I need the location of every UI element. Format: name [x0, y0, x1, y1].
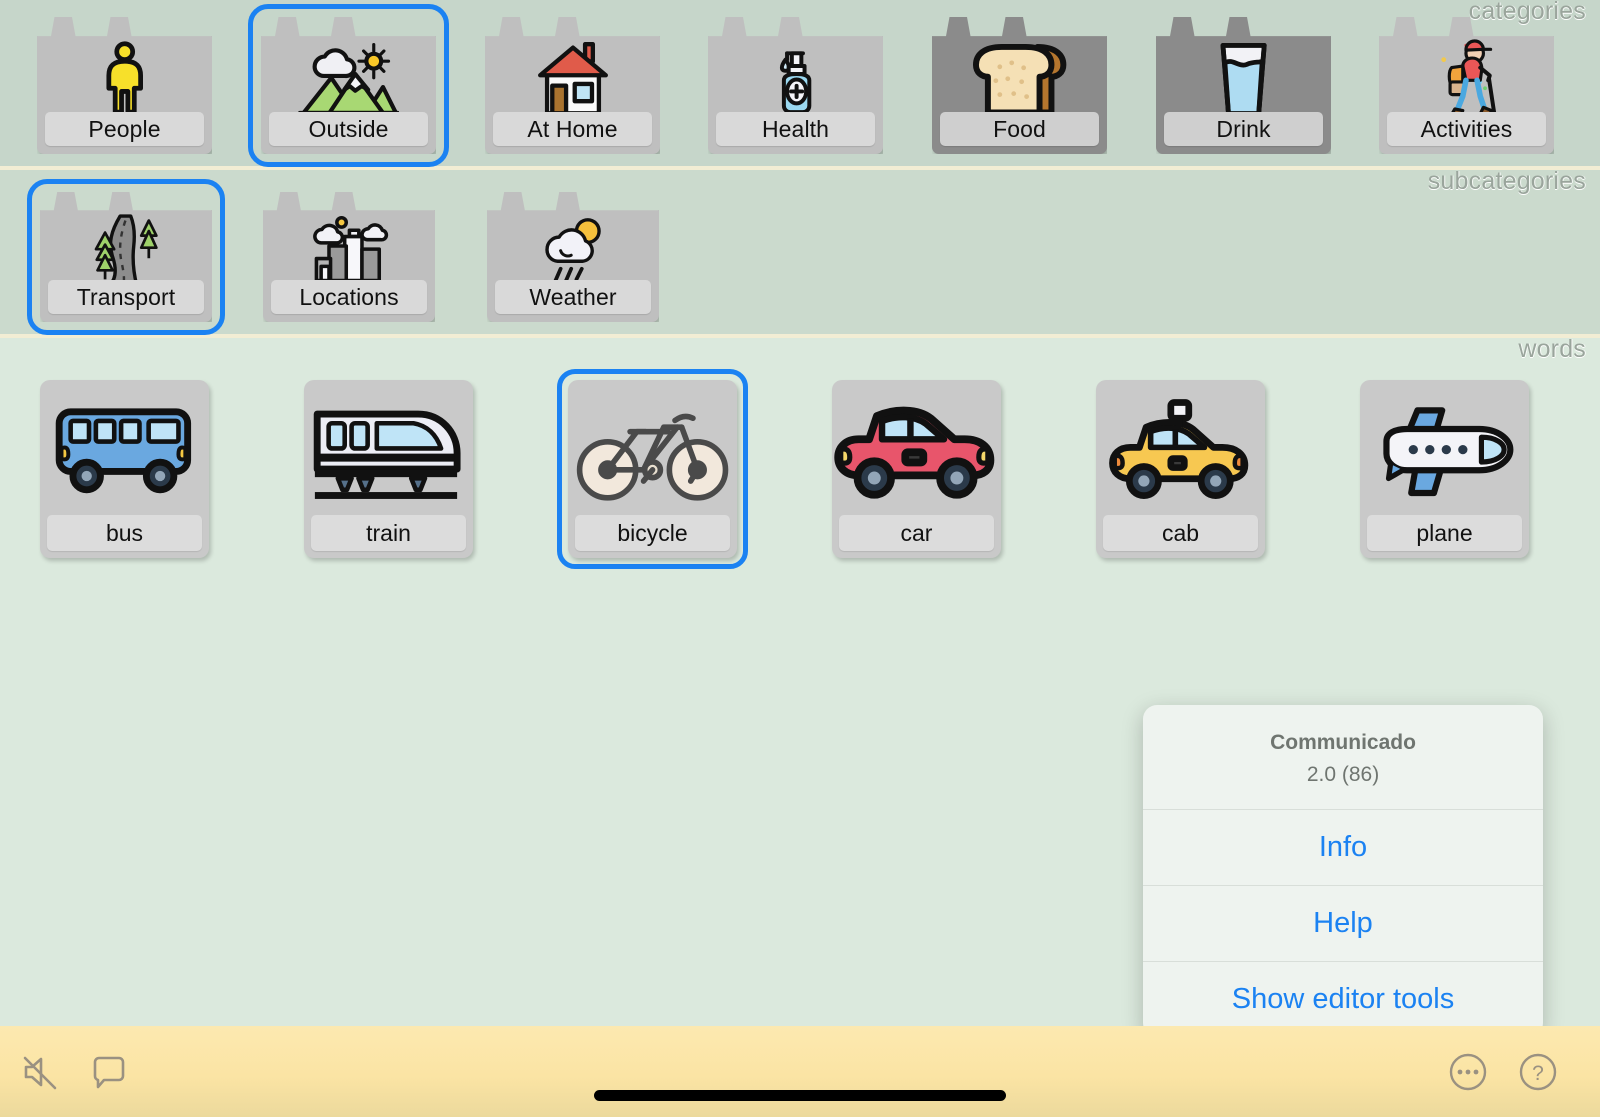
subcategory-tile-weather[interactable]: Weather: [487, 192, 659, 322]
popup-item-info[interactable]: Info: [1143, 809, 1543, 885]
category-label: At Home: [493, 112, 652, 146]
speech-bubble-icon[interactable]: [86, 1050, 130, 1094]
train-icon: [304, 398, 473, 501]
subcategory-label: Transport: [48, 280, 204, 314]
category-label: Health: [716, 112, 875, 146]
word-label: bus: [47, 515, 202, 551]
bicycle-icon: [568, 398, 737, 501]
category-label: Outside: [269, 112, 428, 146]
bread-icon: [932, 39, 1107, 118]
cityscape-icon: [263, 213, 435, 288]
soap-dispenser-icon: [708, 39, 883, 118]
subcategories-section-label: subcategories: [1428, 167, 1586, 196]
car-icon: [832, 398, 1001, 501]
category-label: Activities: [1387, 112, 1546, 146]
popup-header: Communicado 2.0 (86): [1143, 705, 1543, 809]
ellipsis-circle-icon[interactable]: [1446, 1050, 1490, 1094]
plane-icon: [1360, 398, 1529, 501]
speaker-mute-icon[interactable]: [18, 1050, 62, 1094]
svg-text:?: ?: [1532, 1062, 1544, 1085]
subcategory-tile-transport[interactable]: Transport: [40, 192, 212, 322]
popup-app-name: Communicado: [1153, 731, 1533, 755]
words-section-label: words: [1518, 335, 1586, 364]
category-label: Food: [940, 112, 1099, 146]
house-icon: [485, 39, 660, 118]
options-popup-menu: Communicado 2.0 (86) Info Help Show edit…: [1143, 705, 1543, 1037]
category-tile-food[interactable]: Food: [932, 17, 1107, 154]
category-tile-people[interactable]: People: [37, 17, 212, 154]
category-tile-outside[interactable]: Outside: [261, 17, 436, 154]
hiker-icon: [1379, 39, 1554, 118]
communicado-app: categories People: [0, 0, 1600, 1117]
subcategory-tile-locations[interactable]: Locations: [263, 192, 435, 322]
category-tile-activities[interactable]: Activities: [1379, 17, 1554, 154]
word-tile-cab[interactable]: cab: [1096, 380, 1265, 558]
word-label: plane: [1367, 515, 1522, 551]
word-label: cab: [1103, 515, 1258, 551]
word-tile-bus[interactable]: bus: [40, 380, 209, 558]
person-icon: [37, 39, 212, 118]
category-label: People: [45, 112, 204, 146]
question-circle-icon[interactable]: ?: [1516, 1050, 1560, 1094]
taxi-icon: [1096, 398, 1265, 501]
word-label: train: [311, 515, 466, 551]
word-tile-bicycle[interactable]: bicycle: [568, 380, 737, 558]
bus-icon: [40, 398, 209, 501]
word-tile-train[interactable]: train: [304, 380, 473, 558]
subcategory-label: Locations: [271, 280, 427, 314]
word-label: bicycle: [575, 515, 730, 551]
word-tile-plane[interactable]: plane: [1360, 380, 1529, 558]
word-tile-car[interactable]: car: [832, 380, 1001, 558]
category-label: Drink: [1164, 112, 1323, 146]
category-tile-health[interactable]: Health: [708, 17, 883, 154]
word-label: car: [839, 515, 994, 551]
category-tile-drink[interactable]: Drink: [1156, 17, 1331, 154]
subcategory-label: Weather: [495, 280, 651, 314]
popup-item-help[interactable]: Help: [1143, 885, 1543, 961]
rain-cloud-icon: [487, 213, 659, 288]
category-tile-at-home[interactable]: At Home: [485, 17, 660, 154]
subcategories-section: subcategories: [0, 170, 1600, 336]
bottom-toolbar: ?: [0, 1026, 1600, 1117]
road-icon: [40, 213, 212, 288]
water-glass-icon: [1156, 39, 1331, 118]
popup-app-version: 2.0 (86): [1153, 763, 1533, 787]
home-indicator[interactable]: [594, 1090, 1006, 1101]
landscape-icon: [261, 39, 436, 118]
